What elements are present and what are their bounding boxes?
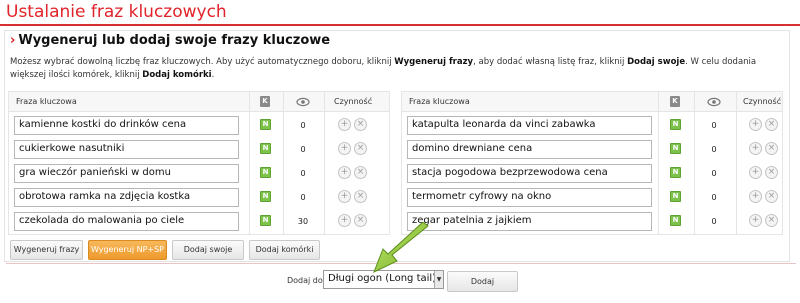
close-icon[interactable]: × [765,142,778,155]
section-description: Możesz wybrać dowolną liczbę fraz kluczo… [10,56,785,82]
desc-bold-add-cells: Dodaj komórki [142,70,212,80]
table-row: cukierkowe nasutniki N 0 + × [9,138,389,162]
n-badge-icon: N [260,215,271,226]
table-header: Fraza kluczowa K Czynność [9,92,389,112]
plus-icon[interactable]: + [749,166,762,179]
close-icon[interactable]: × [354,166,367,179]
plus-icon[interactable]: + [749,190,762,203]
eye-icon [707,97,721,107]
plus-icon[interactable]: + [338,142,351,155]
keyword-input[interactable]: kamienne kostki do drinków cena [14,116,239,135]
table-row: katapulta leonarda da vinci zabawka N 0 … [402,114,782,138]
title-divider [0,24,800,26]
desc-text-1: Możesz wybrać dowolną liczbę fraz kluczo… [10,57,395,67]
column-header-phrase: Fraza kluczowa [409,97,470,106]
keyword-input[interactable]: katapulta leonarda da vinci zabawka [407,116,652,135]
add-own-button[interactable]: Dodaj swoje [172,240,244,260]
desc-bold-generate: Wygeneruj frazy [394,57,474,67]
keyword-input[interactable]: termometr cyfrowy na okno [407,188,652,207]
n-badge-icon: N [670,143,681,154]
column-header-actions: Czynność [743,97,782,106]
desc-bold-add-own: Dodaj swoje [627,57,686,67]
plus-icon[interactable]: + [749,214,762,227]
column-header-phrase: Fraza kluczowa [16,97,77,106]
n-badge-icon: N [670,167,681,178]
table-header: Fraza kluczowa K Czynność [402,92,782,112]
table-row: zegar patelnia z jajkiem N 0 + × [402,210,782,234]
table-row: gra wieczór panieński w domu N 0 + × [9,162,389,186]
plus-icon[interactable]: + [338,166,351,179]
n-badge-icon: N [670,191,681,202]
generate-np-sp-button[interactable]: Wygeneruj NP+SP [88,240,167,260]
table-row: kamienne kostki do drinków cena N 0 + × [9,114,389,138]
table-row: czekolada do malowania po ciele N 30 + × [9,210,389,234]
close-icon[interactable]: × [354,214,367,227]
desc-text-4: . [211,70,215,80]
n-badge-icon: N [260,119,271,130]
chevron-down-icon: ▼ [434,271,443,288]
table-row: domino drewniane cena N 0 + × [402,138,782,162]
close-icon[interactable]: × [765,118,778,131]
add-cells-button[interactable]: Dodaj komórki [249,240,320,260]
keyword-input[interactable]: domino drewniane cena [407,140,652,159]
search-count: 0 [711,193,717,202]
search-count: 0 [711,121,717,130]
eye-icon [296,97,310,107]
search-count: 0 [300,193,306,202]
keyword-input[interactable]: czekolada do malowania po ciele [14,212,239,231]
k-icon: K [670,96,680,107]
n-badge-icon: N [260,167,271,178]
add-button[interactable]: Dodaj [447,271,518,292]
section-title-text: Wygeneruj lub dodaj swoje frazy kluczowe [18,33,331,48]
keyword-table-right: Fraza kluczowa K Czynność katapulta leon… [401,91,783,235]
n-badge-icon: N [260,143,271,154]
search-count: 0 [711,217,717,226]
plus-icon[interactable]: + [338,190,351,203]
page-title: Ustalanie fraz kluczowych [6,2,227,22]
search-count: 0 [300,169,306,178]
keyword-input[interactable]: zegar patelnia z jajkiem [407,212,652,231]
desc-text-2: , aby dodać własną listę fraz, kliknij [473,57,628,67]
green-arrow-icon [373,222,429,273]
section-title: › Wygeneruj lub dodaj swoje frazy kluczow… [10,33,330,48]
close-icon[interactable]: × [354,190,367,203]
n-badge-icon: N [260,191,271,202]
plus-icon[interactable]: + [749,142,762,155]
search-count: 0 [300,121,306,130]
keyword-input[interactable]: stacja pogodowa bezprzewodowa cena [407,164,652,183]
plus-icon[interactable]: + [749,118,762,131]
plus-icon[interactable]: + [338,214,351,227]
add-to-label: Dodaj do [287,276,323,285]
n-badge-icon: N [670,119,681,130]
keyword-table-left: Fraza kluczowa K Czynność kamienne kostk… [8,91,390,235]
search-count: 0 [711,169,717,178]
search-count: 0 [711,145,717,154]
table-row: obrotowa ramka na zdjęcia kostka N 0 + × [9,186,389,210]
close-icon[interactable]: × [765,190,778,203]
keyword-input[interactable]: cukierkowe nasutniki [14,140,239,159]
close-icon[interactable]: × [765,166,778,179]
n-badge-icon: N [670,215,681,226]
close-icon[interactable]: × [765,214,778,227]
search-count: 30 [297,217,309,226]
table-row: termometr cyfrowy na okno N 0 + × [402,186,782,210]
keyword-input[interactable]: obrotowa ramka na zdjęcia kostka [14,188,239,207]
column-header-actions: Czynność [334,97,373,106]
keyword-input[interactable]: gra wieczór panieński w domu [14,164,239,183]
plus-icon[interactable]: + [338,118,351,131]
search-count: 0 [300,145,306,154]
generate-phrases-button[interactable]: Wygeneruj frazy [10,240,83,260]
table-row: stacja pogodowa bezprzewodowa cena N 0 +… [402,162,782,186]
chevron-right-icon: › [10,33,16,48]
k-icon: K [260,96,270,107]
close-icon[interactable]: × [354,142,367,155]
close-icon[interactable]: × [354,118,367,131]
